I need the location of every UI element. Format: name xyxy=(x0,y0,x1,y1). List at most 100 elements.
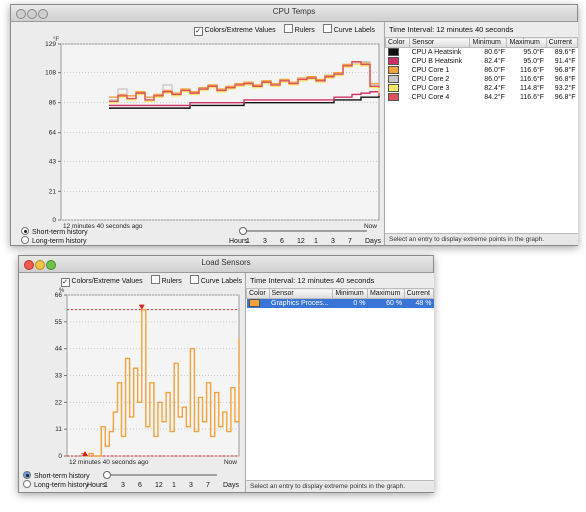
y-tick-label: 86 xyxy=(49,100,57,107)
slider-tick-label: Hours xyxy=(229,238,248,245)
color-swatch[interactable] xyxy=(387,57,399,65)
maximum-value: 95.0°F xyxy=(523,49,545,56)
maximum-value: 116.6°F xyxy=(520,76,545,83)
load-sensor-table: Color Sensor Minimum Maximum Current Graphic… xyxy=(246,288,435,308)
footer-hint: Select an entry to display extreme point… xyxy=(246,480,434,492)
column-header[interactable]: Maximum xyxy=(366,288,405,299)
sensor-row[interactable]: CPU Core 1 86.0°F 116.6°F 96.8°F xyxy=(386,66,578,75)
radio-dot xyxy=(21,236,29,244)
maximum-value: 95.0°F xyxy=(523,58,545,65)
color-swatch[interactable] xyxy=(387,84,399,92)
y-tick-label: 11 xyxy=(55,426,62,433)
slider-tick-label: 12 xyxy=(297,238,305,245)
minimum-value: 80.6°F xyxy=(484,49,505,56)
cpu-temps-chart: °F02143648610812912 minutes 40 seconds a… xyxy=(45,37,380,230)
x-start-label: 12 minutes 40 seconds ago xyxy=(69,459,149,466)
slider-knob[interactable] xyxy=(239,227,247,235)
color-swatch-cell[interactable] xyxy=(386,66,410,75)
slider-tick-label: 1 xyxy=(246,238,250,245)
slider-tick-label: 7 xyxy=(206,482,210,489)
color-swatch-cell[interactable] xyxy=(386,75,410,84)
column-header[interactable]: Minimum xyxy=(332,288,368,299)
slider-tick-label: Days xyxy=(365,238,381,245)
current-value: 96.8°F xyxy=(554,94,576,101)
column-header[interactable]: Current xyxy=(403,288,435,299)
slider-tick-label: 12 xyxy=(155,482,163,489)
sensor-name: Graphics Proces... xyxy=(269,298,333,308)
slider-tick-label: 3 xyxy=(263,238,267,245)
minimum-value: 82.4°F xyxy=(484,85,505,92)
slider-tick-label: 3 xyxy=(189,482,193,489)
y-tick-label: 0 xyxy=(58,453,62,460)
maximum-value: 116.6°F xyxy=(520,67,545,74)
column-header[interactable]: Color xyxy=(384,37,411,48)
column-header[interactable]: Color xyxy=(246,288,270,299)
short-term-label: Short-term history xyxy=(32,229,88,236)
column-header[interactable]: Minimum xyxy=(469,37,508,48)
sensor-row[interactable]: Graphics Proces... 0 % 60 % 48 % xyxy=(246,298,434,308)
cpu-graph-pane: ✓ Colors/Extreme Values Rulers Curve Labe… xyxy=(11,22,383,245)
slider-tick-label: 6 xyxy=(138,482,142,489)
minimum-value: 86.0°F xyxy=(484,76,505,83)
column-header[interactable]: Sensor xyxy=(409,37,471,48)
color-swatch-cell[interactable] xyxy=(386,57,410,66)
color-swatch-cell[interactable] xyxy=(386,93,410,102)
color-swatch-cell[interactable] xyxy=(246,298,270,308)
column-header[interactable]: Maximum xyxy=(506,37,547,48)
slider-tick-label: 7 xyxy=(348,238,352,245)
load-sensors-titlebar[interactable]: Load Sensors xyxy=(19,256,433,273)
history-slider[interactable]: Hours 1 3 6 12 1 3 7 Days xyxy=(87,470,239,491)
column-header[interactable]: Sensor xyxy=(268,288,334,299)
slider-tick-label: 1 xyxy=(104,482,108,489)
maximum-value: 116.6°F xyxy=(520,94,545,101)
current-value: 89.6°F xyxy=(554,49,576,56)
column-header[interactable]: Current xyxy=(545,37,579,48)
color-swatch[interactable] xyxy=(387,48,399,56)
slider-tick-label: 3 xyxy=(331,238,335,245)
history-slider[interactable]: Hours 1 3 6 12 1 3 7 Days xyxy=(229,226,381,247)
x-end-label: Now xyxy=(224,459,237,466)
load-sensors-chart: %011223344556612 minutes 40 seconds ago N… xyxy=(55,288,240,466)
short-term-radio[interactable]: Short-term history xyxy=(23,471,90,480)
y-tick-label: 64 xyxy=(49,130,57,137)
color-swatch[interactable] xyxy=(387,75,399,83)
long-term-radio[interactable]: Long-term history xyxy=(23,480,88,489)
slider-tick-label: 3 xyxy=(121,482,125,489)
slider-scale: Hours 1 3 6 12 1 3 7 Days xyxy=(229,238,381,247)
slider-track[interactable] xyxy=(87,470,237,480)
current-value: 96.8°F xyxy=(554,67,576,74)
long-term-radio[interactable]: Long-term history xyxy=(21,236,86,245)
load-sensors-window: Load Sensors ✓ Colors/Extreme Values Rule… xyxy=(18,255,435,493)
sensor-row[interactable]: CPU Core 4 84.2°F 116.6°F 96.8°F xyxy=(386,93,578,102)
load-graph-pane: ✓ Colors/Extreme Values Rulers Curve Labe… xyxy=(19,273,244,492)
cpu-sensor-panel: Time Interval: 12 minutes 40 seconds Col… xyxy=(384,22,579,245)
y-tick-label: 33 xyxy=(55,373,63,380)
sensor-name: CPU Core 2 xyxy=(411,76,450,83)
sensor-row[interactable]: CPU B Heatsink 82.4°F 95.0°F 91.4°F xyxy=(386,57,578,66)
maximum-value: 60 % xyxy=(367,298,405,308)
color-swatch[interactable] xyxy=(248,299,260,307)
sensor-name: CPU A Heatsink xyxy=(411,49,462,56)
slider-track[interactable] xyxy=(229,226,379,236)
color-swatch-cell[interactable] xyxy=(386,48,410,58)
short-term-label: Short-term history xyxy=(34,473,90,480)
short-term-radio[interactable]: Short-term history xyxy=(21,227,88,236)
color-swatch[interactable] xyxy=(387,93,399,101)
window-title: CPU Temps xyxy=(272,7,316,16)
radio-dot xyxy=(23,480,31,488)
plot-area xyxy=(66,294,240,457)
current-value: 96.8°F xyxy=(554,76,576,83)
long-term-label: Long-term history xyxy=(32,238,87,245)
y-tick-label: 108 xyxy=(45,70,56,77)
radio-dot xyxy=(23,471,31,479)
sensor-row[interactable]: CPU A Heatsink 80.6°F 95.0°F 89.6°F xyxy=(386,48,578,58)
time-interval: Time Interval: 12 minutes 40 seconds xyxy=(246,273,434,288)
plot-area xyxy=(60,43,380,221)
slider-knob[interactable] xyxy=(103,471,111,479)
color-swatch[interactable] xyxy=(387,66,399,74)
sensor-row[interactable]: CPU Core 3 82.4°F 114.8°F 93.2°F xyxy=(386,84,578,93)
sensor-row[interactable]: CPU Core 2 86.0°F 116.6°F 96.8°F xyxy=(386,75,578,84)
color-swatch-cell[interactable] xyxy=(386,84,410,93)
load-sensor-panel: Time Interval: 12 minutes 40 seconds Col… xyxy=(245,273,435,492)
cpu-temps-titlebar[interactable]: CPU Temps xyxy=(11,5,577,22)
